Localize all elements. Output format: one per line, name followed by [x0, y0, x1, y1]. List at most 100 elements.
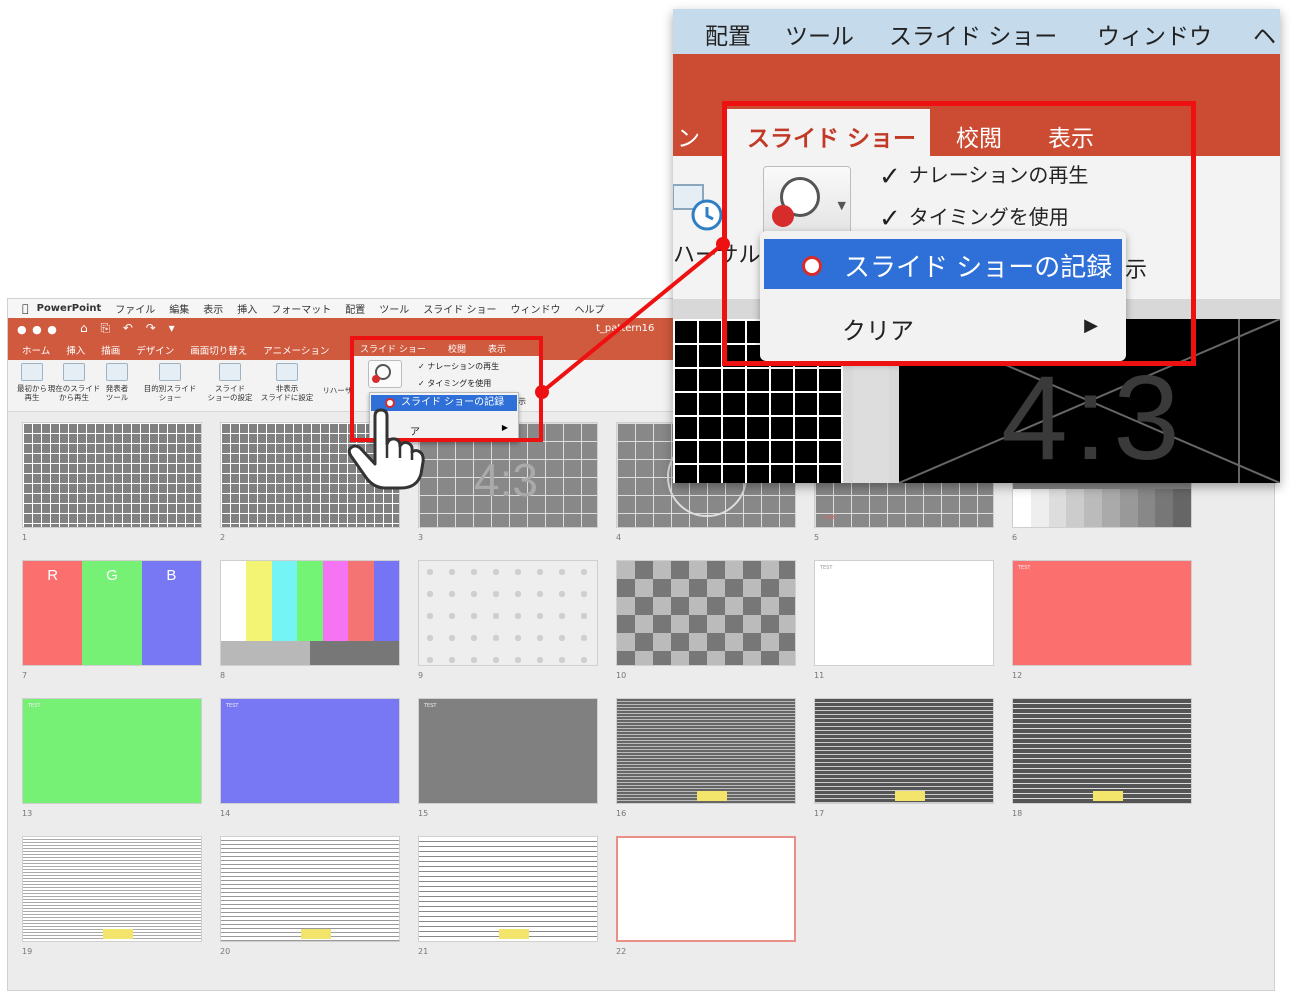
play-current-icon [63, 363, 85, 381]
rgb-blue: B [141, 561, 201, 665]
menu-slideshow[interactable]: スライド ショー [416, 301, 503, 316]
slide-number: 6 [1012, 533, 1018, 542]
font-tag [103, 929, 133, 939]
zoom-menubar: 配置 ツール スライド ショー ウィンドウ ヘ [673, 9, 1280, 54]
slide-label: TEST [424, 703, 437, 709]
rgb-red: R [23, 561, 83, 665]
slide-number: 17 [814, 809, 825, 818]
slide-thumbnail[interactable] [220, 836, 400, 942]
zoom-menu-arrange[interactable]: 配置 [705, 17, 751, 51]
slide-thumbnail[interactable]: TEST [418, 698, 598, 804]
custom-show-button[interactable]: 目的別スライド ショー [140, 363, 200, 402]
font-tag [697, 791, 727, 801]
slide-number: 7 [22, 671, 28, 680]
slide-number: 10 [616, 671, 627, 680]
slide-thumbnail[interactable]: TEST [814, 560, 994, 666]
redo-icon[interactable]: ↷ [146, 321, 156, 335]
setup-slideshow-button[interactable]: スライド ショーの設定 [206, 363, 254, 402]
presenter-icon [106, 363, 128, 381]
window-controls[interactable]: ● ● ● [17, 323, 58, 336]
slide-number: 20 [220, 947, 231, 956]
menu-app-name[interactable]: PowerPoint [33, 303, 109, 314]
menu-file[interactable]: ファイル [108, 301, 162, 316]
menu-insert[interactable]: 挿入 [230, 301, 264, 316]
menu-view[interactable]: 表示 [196, 301, 230, 316]
slide-thumbnail[interactable] [220, 560, 400, 666]
slide-number: 3 [418, 533, 424, 542]
tab-home[interactable]: ホーム [8, 343, 58, 357]
menu-arrange[interactable]: 配置 [338, 301, 372, 316]
font-tag [1093, 791, 1123, 801]
apple-icon[interactable]:  [8, 302, 33, 315]
zoom-menu-window[interactable]: ウィンドウ [1097, 17, 1212, 51]
slide-number: 2 [220, 533, 226, 542]
slide-number: 9 [418, 671, 424, 680]
tab-insert[interactable]: 挿入 [58, 343, 93, 357]
slide-thumbnail[interactable] [814, 698, 994, 804]
slide-number: 8 [220, 671, 226, 680]
slide-thumbnail[interactable] [22, 422, 202, 528]
undo-icon[interactable]: ↶ [123, 321, 133, 335]
rgb-green: G [82, 561, 142, 665]
slide-label: TEST [1018, 565, 1031, 571]
slide-thumbnail[interactable]: TEST [220, 698, 400, 804]
slide-number: 4 [616, 533, 622, 542]
slide-label: TEST [28, 703, 41, 709]
hide-slide-button[interactable]: 非表示 スライドに設定 [258, 363, 316, 402]
zoom-tab-prev[interactable]: ン [677, 119, 700, 153]
slide-number: 14 [220, 809, 231, 818]
slide-number: 21 [418, 947, 429, 956]
slide-number: 5 [814, 533, 820, 542]
slide-thumbnail[interactable] [616, 698, 796, 804]
slide-number: 19 [22, 947, 33, 956]
tab-design[interactable]: デザイン [128, 343, 182, 357]
gray-bars [221, 641, 399, 665]
setup-icon [219, 363, 241, 381]
zoom-menu-help[interactable]: ヘ [1253, 17, 1276, 51]
menu-window[interactable]: ウィンドウ [503, 301, 567, 316]
slide-thumbnail[interactable]: TEST [1012, 560, 1192, 666]
slide-number: 18 [1012, 809, 1023, 818]
hide-slide-icon [276, 363, 298, 381]
play-from-current-button[interactable]: 現在のスライド から再生 [46, 363, 102, 402]
menu-help[interactable]: ヘルプ [567, 301, 611, 316]
slide-thumbnail[interactable]: R G B [22, 560, 202, 666]
slide-thumbnail[interactable]: TEST [22, 698, 202, 804]
slide-number: 12 [1012, 671, 1023, 680]
save-icon[interactable]: ⎘ [100, 321, 110, 335]
zoom-menu-slideshow[interactable]: スライド ショー [889, 17, 1057, 51]
quick-access-toolbar: ⌂ ⎘ ↶ ↷ ▾ [80, 321, 184, 336]
slide-sorter: 1 2 4:3 3 4 RGB 5 6 R G B 7 8 9 10 TEST … [8, 412, 1274, 990]
slide-label: RGB [825, 515, 836, 521]
color-bars [221, 561, 399, 641]
menu-edit[interactable]: 編集 [162, 301, 196, 316]
slide-label: TEST [820, 565, 833, 571]
zoom-menu-tools[interactable]: ツール [785, 17, 854, 51]
tab-draw[interactable]: 描画 [93, 343, 128, 357]
slide-thumbnail[interactable] [1012, 698, 1192, 804]
slide-label: TEST [226, 703, 239, 709]
menu-format[interactable]: フォーマット [264, 301, 338, 316]
slide-thumbnail-selected[interactable] [616, 836, 796, 942]
font-tag [301, 929, 331, 939]
slide-number: 22 [616, 947, 627, 956]
slide-thumbnail[interactable] [418, 560, 598, 666]
slide-thumbnail[interactable] [418, 836, 598, 942]
gray-steps [1013, 489, 1191, 527]
customize-icon[interactable]: ▾ [169, 321, 175, 335]
slide-number: 15 [418, 809, 429, 818]
slide-number: 1 [22, 533, 28, 542]
screenshot-stage:  PowerPoint ファイル 編集 表示 挿入 フォーマット 配置 ツール… [0, 0, 1290, 991]
home-icon[interactable]: ⌂ [80, 321, 88, 335]
tab-animations[interactable]: アニメーション [255, 343, 337, 357]
slide-number: 13 [22, 809, 33, 818]
slide-thumbnail[interactable] [616, 560, 796, 666]
tab-transitions[interactable]: 画面切り替え [182, 343, 255, 357]
slide-thumbnail[interactable] [22, 836, 202, 942]
presenter-view-button[interactable]: 発表者 ツール [102, 363, 132, 402]
font-tag [499, 929, 529, 939]
slide-number: 11 [814, 671, 825, 680]
font-tag [895, 791, 925, 801]
menu-tools[interactable]: ツール [372, 301, 416, 316]
slide-number: 16 [616, 809, 627, 818]
